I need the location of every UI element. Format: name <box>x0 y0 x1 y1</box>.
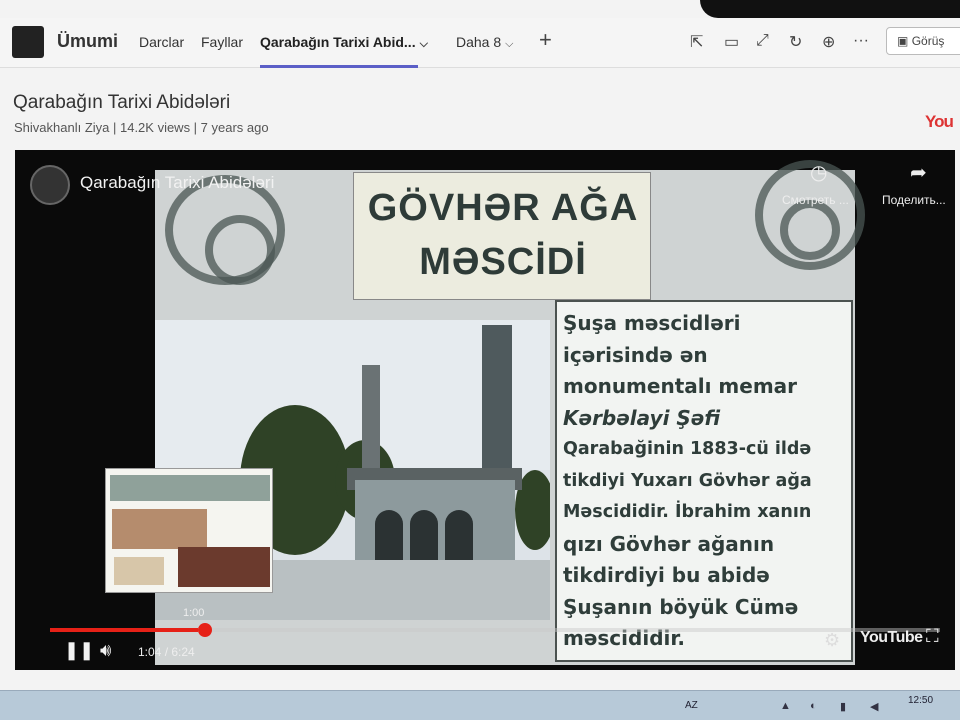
tab-fayllar[interactable]: Fayllar <box>201 34 243 50</box>
swirl-decoration <box>780 200 840 260</box>
player-video-title[interactable]: Qarabağın Tarixi Abidələri <box>80 173 274 193</box>
slide-text-line: tikdirdiyi bu abidə <box>563 563 770 587</box>
meet-label: Görüş <box>911 34 945 48</box>
scrub-preview-thumbnail <box>105 468 273 593</box>
expand-icon[interactable]: ⤢ <box>756 32 769 50</box>
time-display: 1:04 / 6:24 <box>138 645 195 659</box>
slide-text-line: Şuşa məscidləri <box>563 311 741 335</box>
windows-taskbar: ▲ ◐ ▮ ◀ AZ 12:50 <box>0 690 960 720</box>
open-external-icon[interactable]: ⇱ <box>690 32 703 52</box>
more-options-icon[interactable]: ··· <box>853 32 869 50</box>
team-name[interactable]: Ümumi <box>57 31 118 52</box>
scrubber-handle[interactable] <box>198 623 212 637</box>
globe-icon[interactable]: ⊕ <box>822 32 835 52</box>
meet-button[interactable]: ▣ Görüş <box>886 27 960 55</box>
slide-text-line: tikdiyi Yuxarı Gövhər ağa <box>563 470 812 491</box>
share-label[interactable]: Поделить... <box>882 193 946 207</box>
settings-gear-icon[interactable]: ⚙ <box>824 630 840 651</box>
fullscreen-icon[interactable]: ⛶ <box>926 626 939 647</box>
slide-text-line: içərisində ən <box>563 342 708 367</box>
slide-title-line2: MƏSCİDİ <box>419 241 587 283</box>
photo-minaret <box>482 325 512 485</box>
refresh-icon[interactable]: ↻ <box>789 32 802 52</box>
video-meta: Shivakhanlı Ziya | 14.2K views | 7 years… <box>14 120 269 135</box>
slide-text-line: monumentalı memar <box>563 374 798 398</box>
pause-icon[interactable]: ❚❚ <box>64 640 94 661</box>
chat-icon[interactable]: ▭ <box>724 32 739 52</box>
active-tab-indicator <box>260 65 418 68</box>
tray-icon[interactable]: ▲ <box>780 700 791 712</box>
slide-title-line1: GÖVHƏR AĞA <box>367 187 639 229</box>
bezel-corner <box>700 0 960 18</box>
progress-bar[interactable] <box>50 628 940 632</box>
progress-fill <box>50 628 198 632</box>
language-indicator[interactable]: AZ <box>685 700 698 711</box>
swirl-decoration <box>205 215 275 285</box>
taskbar-clock[interactable]: 12:50 <box>908 695 933 706</box>
youtube-badge: You <box>925 112 960 136</box>
thumbnail-image <box>178 547 270 587</box>
channel-header: Ümumi Darclar Fayllar Qarabağın Tarixi A… <box>0 18 960 68</box>
tab-more[interactable]: Daha 8 ⌵ <box>456 34 514 51</box>
volume-icon[interactable]: 🔊︎ <box>100 640 111 661</box>
slide-text-line: Qarabağinin 1883-cü ildə <box>563 439 812 459</box>
network-icon[interactable]: ▮ <box>840 700 846 713</box>
photo-arch <box>410 510 438 560</box>
clock-icon[interactable]: ◷ <box>810 160 827 185</box>
tab-darclar[interactable]: Darclar <box>139 34 184 50</box>
slide-text-line: qızı Gövhər ağanın <box>563 531 775 556</box>
thumbnail-image <box>114 557 164 585</box>
channel-avatar[interactable] <box>30 165 70 205</box>
tab-video-label: Qarabağın Tarixi Abid... <box>260 34 416 50</box>
tab-video[interactable]: Qarabağın Tarixi Abid... ⌵ <box>260 34 428 51</box>
photo-arch <box>445 510 473 560</box>
share-icon[interactable]: ➦ <box>910 160 927 185</box>
watch-later-label[interactable]: Смотреть ... <box>782 193 849 207</box>
hover-time-tooltip: 1:00 <box>183 607 205 619</box>
slide-text-italic: Kərbəlayi Şəfi <box>563 405 721 430</box>
photo-arch <box>375 510 403 560</box>
chevron-down-icon: ⌵ <box>505 38 514 50</box>
teams-window: Ümumi Darclar Fayllar Qarabağın Tarixi A… <box>0 0 960 720</box>
slide-text-box: Şuşa məscidləri içərisində ən monumental… <box>555 300 853 662</box>
slide-title-box: GÖVHƏR AĞA MƏSCİDİ <box>353 172 651 300</box>
video-title: Qarabağın Tarixi Abidələri <box>13 92 231 113</box>
speaker-icon[interactable]: ◀ <box>870 700 878 713</box>
tab-more-label: Daha 8 <box>456 34 502 50</box>
thumbnail-strip <box>110 475 270 501</box>
slide-text-line: Məscididir. İbrahim xanın <box>563 502 812 522</box>
slide-text-line: Şuşanın böyük Cümə <box>563 594 799 619</box>
youtube-badge-text: You <box>925 112 954 131</box>
chevron-down-icon: ⌵ <box>419 38 428 50</box>
team-avatar[interactable] <box>12 26 44 58</box>
tray-icon[interactable]: ◐ <box>810 700 817 712</box>
thumbnail-image <box>112 509 207 549</box>
video-camera-icon: ▣ <box>897 34 909 48</box>
youtube-logo[interactable]: YouTube <box>860 629 923 647</box>
slide-text-line: Kərbəlayi Şəfi <box>563 403 843 435</box>
plus-icon[interactable]: + <box>539 27 552 53</box>
